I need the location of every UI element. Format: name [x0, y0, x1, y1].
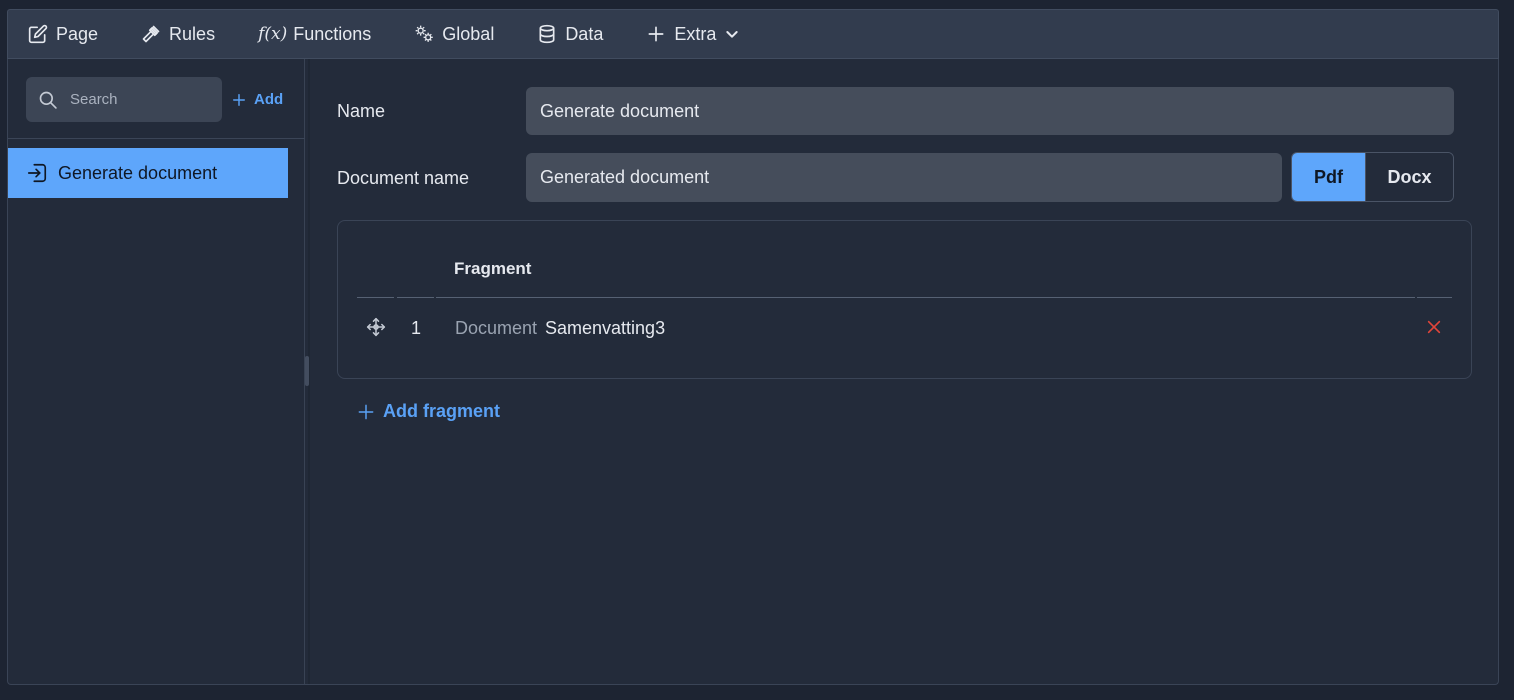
tab-functions[interactable]: f(x) Functions — [258, 10, 371, 58]
move-icon[interactable] — [366, 317, 386, 337]
sidebar-divider — [8, 138, 305, 139]
search-box[interactable] — [26, 77, 222, 122]
plus-icon — [233, 93, 245, 106]
fragment-row-type: Document — [455, 318, 538, 338]
editor-panel: Add Generate document Name Document name… — [7, 59, 1499, 685]
format-docx-button[interactable]: Docx — [1365, 153, 1453, 201]
tab-functions-label: Functions — [293, 23, 372, 44]
header-underline — [357, 297, 394, 298]
add-fragment-label: Add fragment — [383, 401, 500, 421]
tab-extra[interactable]: Extra — [646, 10, 740, 58]
name-input[interactable] — [540, 100, 1454, 122]
close-icon[interactable] — [1426, 319, 1442, 335]
tab-page-label: Page — [56, 23, 99, 44]
add-button[interactable]: Add — [232, 87, 283, 112]
search-icon — [39, 91, 57, 109]
sidebar-item-label: Generate document — [58, 162, 218, 183]
sign-in-icon — [27, 163, 47, 183]
tab-global-label: Global — [442, 23, 495, 44]
fragment-row-index: 1 — [411, 318, 422, 338]
tab-global[interactable]: Global — [414, 10, 494, 58]
database-icon — [539, 24, 555, 44]
header-underline — [397, 297, 434, 298]
tab-rules-label: Rules — [169, 23, 216, 44]
sidebar: Add Generate document — [8, 59, 305, 684]
tab-data[interactable]: Data — [537, 10, 603, 58]
document-name-label: Document name — [337, 168, 470, 188]
fragments-table: Fragment 1 Document Samenvatting3 — [337, 220, 1472, 379]
tab-extra-label: Extra — [674, 23, 717, 44]
add-button-label: Add — [254, 91, 284, 108]
gears-icon — [415, 25, 434, 42]
top-toolbar: Page Rules f(x) Functions Global Data Ex… — [7, 9, 1499, 59]
header-underline — [436, 297, 1415, 298]
plus-icon — [648, 26, 664, 42]
document-name-input[interactable] — [540, 167, 1282, 188]
search-input[interactable] — [70, 91, 190, 108]
sidebar-item-generate-document[interactable]: Generate document — [8, 148, 288, 198]
resize-handle[interactable] — [305, 356, 309, 386]
tab-data-label: Data — [565, 23, 604, 44]
tab-page[interactable]: Page — [28, 10, 98, 58]
plus-icon — [358, 404, 374, 419]
tab-rules[interactable]: Rules — [141, 10, 215, 58]
name-label: Name — [337, 101, 386, 121]
gavel-icon — [142, 25, 160, 43]
chevron-down-icon — [726, 31, 739, 38]
document-name-field[interactable] — [526, 153, 1282, 202]
add-fragment-button[interactable]: Add fragment — [358, 401, 500, 422]
fragment-row-name[interactable]: Samenvatting3 — [545, 318, 665, 339]
name-field[interactable] — [526, 87, 1454, 135]
function-icon: f(x) — [258, 24, 288, 44]
format-toggle: Pdf Docx — [1291, 152, 1454, 202]
edit-icon — [28, 24, 48, 44]
format-pdf-button[interactable]: Pdf — [1292, 153, 1365, 201]
fragment-column-header: Fragment — [454, 259, 532, 278]
header-underline — [1417, 297, 1452, 298]
